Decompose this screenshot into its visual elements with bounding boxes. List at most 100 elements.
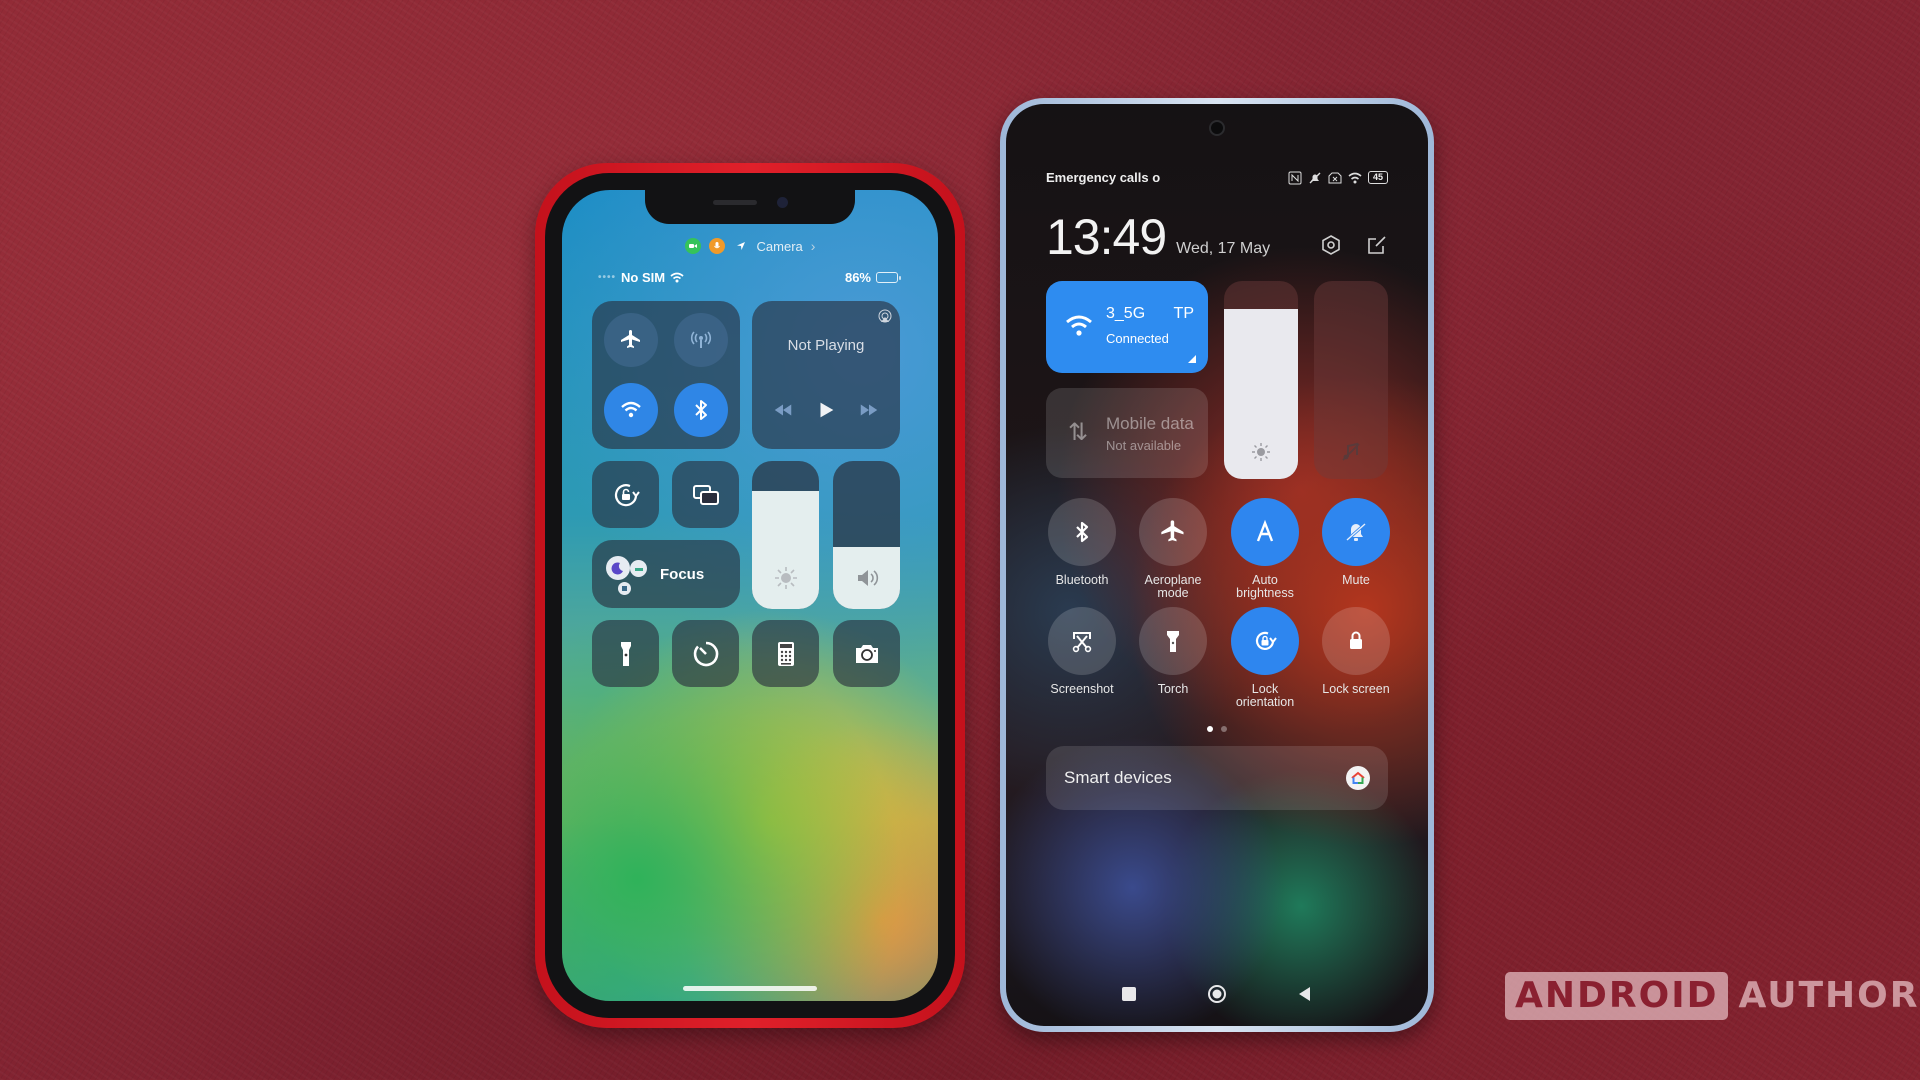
focus-button[interactable]: Focus: [592, 540, 740, 608]
iphone-notch: [645, 190, 855, 224]
speaker-volume-icon: [857, 570, 878, 586]
wifi-toggle[interactable]: [604, 383, 658, 437]
calculator-button[interactable]: [752, 620, 819, 687]
bell-off-icon: [1346, 522, 1366, 542]
bed-icon: [630, 560, 647, 577]
battery-icon: [876, 272, 901, 283]
focus-mode-icons: [606, 552, 650, 596]
screenshot-icon: [1072, 632, 1092, 653]
clock-row: 13:49 Wed, 17 May: [1046, 212, 1388, 262]
screen-mirroring-button[interactable]: [672, 461, 739, 528]
clock-time[interactable]: 13:49: [1046, 212, 1167, 262]
back-icon[interactable]: [1295, 984, 1315, 1004]
mobile-data-tile[interactable]: ⇅ Mobile data Not available: [1046, 388, 1208, 478]
bluetooth-toggle[interactable]: Bluetooth: [1044, 498, 1120, 587]
brightness-level-fill: [752, 490, 819, 609]
android-authority-watermark: ANDROID AUTHORITY: [1505, 972, 1920, 1020]
home-indicator[interactable]: [683, 986, 817, 991]
toggle-label: Aeroplane mode: [1144, 573, 1202, 600]
expand-corner-icon[interactable]: [1188, 355, 1196, 363]
auto-brightness-toggle[interactable]: Auto brightness: [1227, 498, 1303, 600]
bluetooth-icon: [695, 400, 707, 420]
edit-icon[interactable]: [1366, 234, 1388, 256]
smart-devices-label: Smart devices: [1064, 768, 1172, 787]
wifi-icon: [670, 272, 684, 283]
rotation-lock-button[interactable]: [592, 461, 659, 528]
airplane-icon: [621, 330, 640, 348]
carrier-label: No SIM: [621, 270, 666, 285]
video-camera-icon: [684, 238, 701, 254]
now-playing-tile[interactable]: Not Playing: [752, 301, 900, 449]
page-dot-active[interactable]: [1207, 726, 1213, 732]
toggle-label: Lock orientation: [1235, 682, 1295, 709]
torch-toggle[interactable]: Torch: [1135, 607, 1211, 696]
wifi-ssid: 3_5G: [1106, 305, 1146, 322]
toggle-label: Torch: [1157, 682, 1189, 696]
fast-forward-icon[interactable]: [858, 399, 880, 421]
mute-toggle[interactable]: Mute: [1318, 498, 1394, 587]
aeroplane-mode-toggle[interactable]: Aeroplane mode: [1135, 498, 1211, 600]
wifi-icon: [1066, 315, 1092, 336]
page-dot[interactable]: [1221, 726, 1227, 732]
antenna-icon: [690, 331, 712, 348]
home-icon[interactable]: [1207, 984, 1227, 1004]
watermark-text: AUTHORITY: [1738, 975, 1920, 1016]
airplane-mode-toggle[interactable]: [604, 313, 658, 367]
signal-dots-icon: ••••: [598, 272, 617, 283]
auto-brightness-icon: [1256, 519, 1274, 542]
brightness-slider[interactable]: [1224, 281, 1298, 479]
camera-icon: [855, 644, 878, 663]
location-arrow-icon: [733, 238, 749, 254]
sun-icon: [1252, 443, 1270, 461]
rotation-lock-icon: [614, 483, 640, 506]
privacy-app-name: Camera: [756, 238, 803, 254]
bluetooth-toggle[interactable]: [674, 383, 728, 437]
rotation-lock-icon: [1255, 631, 1277, 650]
screenshot-toggle[interactable]: Screenshot: [1044, 607, 1120, 696]
mobile-data-title: Mobile data: [1106, 414, 1194, 433]
notifications-off-icon: [1309, 172, 1321, 183]
no-sim-icon: [1328, 172, 1342, 183]
mobile-data-status: Not available: [1106, 438, 1182, 453]
camera-button[interactable]: [833, 620, 900, 687]
watermark-boxed-text: ANDROID: [1505, 972, 1729, 1020]
focus-label: Focus: [660, 565, 705, 583]
lock-screen-toggle[interactable]: Lock screen: [1318, 607, 1394, 696]
android-status-bar: Emergency calls o 45: [1046, 170, 1388, 185]
cellular-data-toggle[interactable]: [674, 313, 728, 367]
iphone-screen: Camera › •••• No SIM 86% Not Playing Foc…: [562, 190, 938, 1001]
wifi-tile[interactable]: 3_5G TP Connected: [1046, 281, 1208, 373]
flashlight-icon: [1167, 631, 1179, 652]
clock-date[interactable]: Wed, 17 May: [1176, 240, 1270, 258]
volume-slider[interactable]: [833, 461, 900, 609]
wifi-ssid-overflow: TP: [1173, 305, 1194, 322]
connectivity-tile: [592, 301, 740, 449]
lock-orientation-toggle[interactable]: Lock orientation: [1227, 607, 1303, 709]
mobile-data-arrows-icon: ⇅: [1068, 419, 1089, 446]
microphone-icon: [708, 238, 725, 254]
calculator-icon: [777, 641, 794, 666]
screen-mirroring-icon: [692, 484, 719, 505]
media-controls: [752, 399, 900, 421]
timer-button[interactable]: [672, 620, 739, 687]
smart-devices-button[interactable]: Smart devices: [1046, 746, 1388, 810]
rewind-icon[interactable]: [772, 399, 794, 421]
airplay-icon[interactable]: [878, 309, 892, 323]
volume-slider[interactable]: [1314, 281, 1388, 479]
wifi-icon: [1348, 172, 1362, 183]
recents-icon[interactable]: [1119, 984, 1139, 1004]
android-device: Emergency calls o 45 13:49 Wed, 17 May 3…: [1000, 98, 1434, 1032]
sun-icon: [774, 567, 797, 589]
front-camera: [777, 197, 788, 208]
flashlight-button[interactable]: [592, 620, 659, 687]
wifi-icon: [621, 401, 641, 418]
media-title: Not Playing: [787, 337, 865, 354]
privacy-indicator[interactable]: Camera ›: [562, 238, 938, 254]
toggle-label: Bluetooth: [1055, 573, 1109, 587]
brightness-slider[interactable]: [752, 461, 819, 609]
settings-icon[interactable]: [1320, 234, 1342, 256]
play-icon[interactable]: [815, 399, 837, 421]
battery-icon: 45: [1367, 171, 1388, 184]
iphone-device: Camera › •••• No SIM 86% Not Playing Foc…: [535, 163, 965, 1028]
music-off-icon: [1342, 442, 1360, 461]
